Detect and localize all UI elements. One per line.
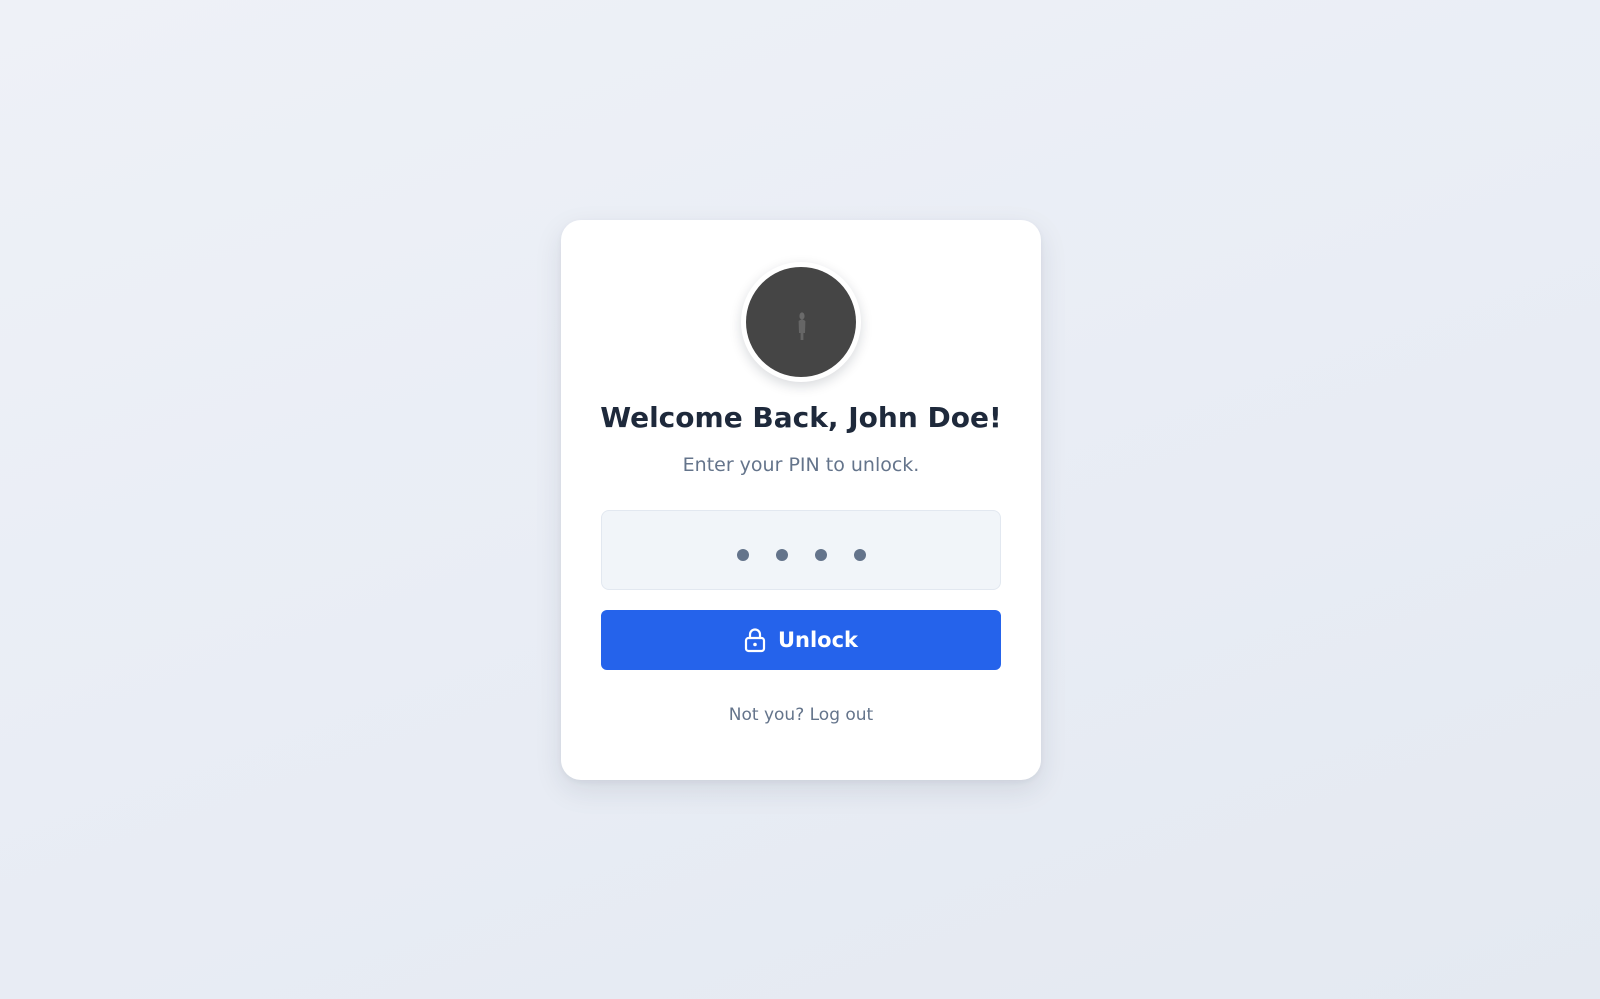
pin-input[interactable] [601,510,1001,590]
pin-dot-3 [814,549,827,561]
lock-card: Welcome Back, John Doe! Enter your PIN t… [561,220,1041,780]
figure-silhouette [798,312,806,340]
user-avatar-icon [746,267,856,377]
page-title: Welcome Back, John Doe! [600,401,1002,434]
avatar [741,262,861,382]
unlock-button[interactable]: Unlock [601,610,1001,670]
pin-dot-2 [775,549,788,561]
logout-link[interactable]: Not you? Log out [561,704,1041,726]
lock-icon [744,627,766,653]
pin-instructions: Enter your PIN to unlock. [682,454,920,476]
unlock-button-label: Unlock [777,628,859,652]
pin-dot-4 [853,549,866,561]
pin-dot-1 [736,549,749,561]
